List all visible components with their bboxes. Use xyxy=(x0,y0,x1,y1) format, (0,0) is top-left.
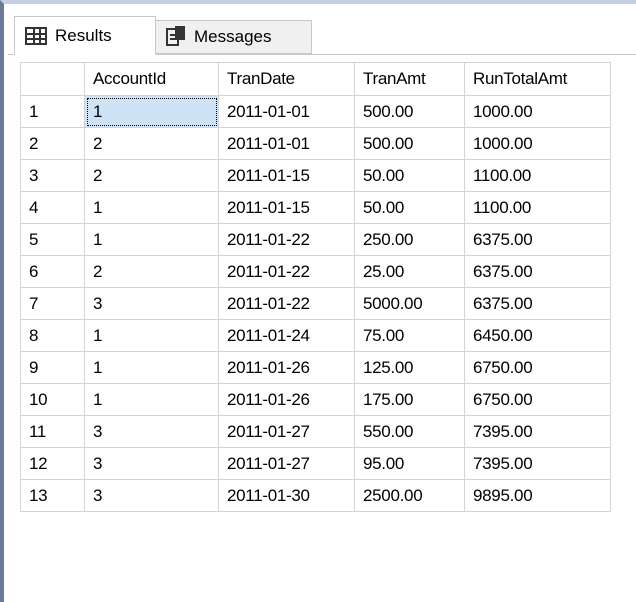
trandate-cell[interactable]: 2011-01-27 xyxy=(218,447,355,480)
accountid-cell[interactable]: 1 xyxy=(84,95,219,128)
table-row[interactable]: 3 2 2011-01-15 50.00 1100.00 xyxy=(20,159,611,192)
trandate-cell[interactable]: 2011-01-26 xyxy=(218,351,355,384)
row-number-cell[interactable]: 4 xyxy=(20,191,85,224)
runtotalamt-cell[interactable]: 6450.00 xyxy=(464,319,611,352)
runtotalamt-cell[interactable]: 6750.00 xyxy=(464,351,611,384)
trandate-cell[interactable]: 2011-01-26 xyxy=(218,383,355,416)
table-row[interactable]: 13 3 2011-01-30 2500.00 9895.00 xyxy=(20,479,611,512)
grid-header-row: AccountId TranDate TranAmt RunTotalAmt xyxy=(20,62,611,96)
table-row[interactable]: 9 1 2011-01-26 125.00 6750.00 xyxy=(20,351,611,384)
runtotalamt-cell[interactable]: 6375.00 xyxy=(464,287,611,320)
tranamt-cell[interactable]: 500.00 xyxy=(354,95,465,128)
tranamt-cell[interactable]: 75.00 xyxy=(354,319,465,352)
table-row[interactable]: 6 2 2011-01-22 25.00 6375.00 xyxy=(20,255,611,288)
trandate-cell[interactable]: 2011-01-22 xyxy=(218,287,355,320)
tranamt-cell[interactable]: 125.00 xyxy=(354,351,465,384)
results-tab-bar: Results Messages xyxy=(8,8,636,55)
runtotalamt-cell[interactable]: 9895.00 xyxy=(464,479,611,512)
row-number-cell[interactable]: 3 xyxy=(20,159,85,192)
column-header-tranamt[interactable]: TranAmt xyxy=(354,62,465,96)
table-row[interactable]: 8 1 2011-01-24 75.00 6450.00 xyxy=(20,319,611,352)
messages-icon xyxy=(166,26,186,48)
row-number-cell[interactable]: 2 xyxy=(20,127,85,160)
row-number-cell[interactable]: 6 xyxy=(20,255,85,288)
trandate-cell[interactable]: 2011-01-22 xyxy=(218,223,355,256)
grid-icon xyxy=(25,26,47,45)
runtotalamt-cell[interactable]: 6375.00 xyxy=(464,255,611,288)
results-grid[interactable]: AccountId TranDate TranAmt RunTotalAmt 1… xyxy=(20,62,636,512)
accountid-cell[interactable]: 1 xyxy=(84,319,219,352)
accountid-cell[interactable]: 2 xyxy=(84,255,219,288)
tranamt-cell[interactable]: 250.00 xyxy=(354,223,465,256)
table-row[interactable]: 4 1 2011-01-15 50.00 1100.00 xyxy=(20,191,611,224)
table-row[interactable]: 5 1 2011-01-22 250.00 6375.00 xyxy=(20,223,611,256)
trandate-cell[interactable]: 2011-01-01 xyxy=(218,127,355,160)
row-number-cell[interactable]: 10 xyxy=(20,383,85,416)
table-row[interactable]: 12 3 2011-01-27 95.00 7395.00 xyxy=(20,447,611,480)
accountid-cell[interactable]: 2 xyxy=(84,159,219,192)
trandate-cell[interactable]: 2011-01-15 xyxy=(218,191,355,224)
tranamt-cell[interactable]: 50.00 xyxy=(354,159,465,192)
table-row[interactable]: 7 3 2011-01-22 5000.00 6375.00 xyxy=(20,287,611,320)
accountid-cell[interactable]: 2 xyxy=(84,127,219,160)
runtotalamt-cell[interactable]: 1100.00 xyxy=(464,191,611,224)
accountid-cell[interactable]: 1 xyxy=(84,223,219,256)
trandate-cell[interactable]: 2011-01-01 xyxy=(218,95,355,128)
runtotalamt-cell[interactable]: 7395.00 xyxy=(464,415,611,448)
tranamt-cell[interactable]: 500.00 xyxy=(354,127,465,160)
trandate-cell[interactable]: 2011-01-24 xyxy=(218,319,355,352)
accountid-cell[interactable]: 3 xyxy=(84,287,219,320)
results-pane: Results Messages AccountId TranDate Tran… xyxy=(0,0,636,602)
runtotalamt-cell[interactable]: 6750.00 xyxy=(464,383,611,416)
row-number-cell[interactable]: 13 xyxy=(20,479,85,512)
accountid-cell[interactable]: 1 xyxy=(84,383,219,416)
tab-results-label: Results xyxy=(55,25,112,45)
column-header-accountid[interactable]: AccountId xyxy=(84,62,219,96)
trandate-cell[interactable]: 2011-01-22 xyxy=(218,255,355,288)
table-row[interactable]: 10 1 2011-01-26 175.00 6750.00 xyxy=(20,383,611,416)
table-row[interactable]: 11 3 2011-01-27 550.00 7395.00 xyxy=(20,415,611,448)
row-number-cell[interactable]: 1 xyxy=(20,95,85,128)
accountid-cell[interactable]: 3 xyxy=(84,415,219,448)
runtotalamt-cell[interactable]: 1000.00 xyxy=(464,95,611,128)
tab-messages[interactable]: Messages xyxy=(156,20,312,54)
tab-messages-label: Messages xyxy=(194,27,272,46)
runtotalamt-cell[interactable]: 1100.00 xyxy=(464,159,611,192)
column-header-runtotalamt[interactable]: RunTotalAmt xyxy=(464,62,611,96)
row-number-cell[interactable]: 8 xyxy=(20,319,85,352)
tranamt-cell[interactable]: 25.00 xyxy=(354,255,465,288)
row-number-cell[interactable]: 11 xyxy=(20,415,85,448)
table-row[interactable]: 1 1 2011-01-01 500.00 1000.00 xyxy=(20,95,611,128)
runtotalamt-cell[interactable]: 6375.00 xyxy=(464,223,611,256)
accountid-cell[interactable]: 3 xyxy=(84,479,219,512)
trandate-cell[interactable]: 2011-01-30 xyxy=(218,479,355,512)
tranamt-cell[interactable]: 2500.00 xyxy=(354,479,465,512)
tranamt-cell[interactable]: 175.00 xyxy=(354,383,465,416)
row-number-cell[interactable]: 9 xyxy=(20,351,85,384)
tab-results[interactable]: Results xyxy=(14,16,156,55)
runtotalamt-cell[interactable]: 7395.00 xyxy=(464,447,611,480)
trandate-cell[interactable]: 2011-01-15 xyxy=(218,159,355,192)
column-header-trandate[interactable]: TranDate xyxy=(218,62,355,96)
row-number-cell[interactable]: 12 xyxy=(20,447,85,480)
row-number-cell[interactable]: 7 xyxy=(20,287,85,320)
runtotalamt-cell[interactable]: 1000.00 xyxy=(464,127,611,160)
table-row[interactable]: 2 2 2011-01-01 500.00 1000.00 xyxy=(20,127,611,160)
column-header-rownum[interactable] xyxy=(20,62,85,96)
row-number-cell[interactable]: 5 xyxy=(20,223,85,256)
accountid-cell[interactable]: 1 xyxy=(84,191,219,224)
tranamt-cell[interactable]: 550.00 xyxy=(354,415,465,448)
tranamt-cell[interactable]: 50.00 xyxy=(354,191,465,224)
trandate-cell[interactable]: 2011-01-27 xyxy=(218,415,355,448)
accountid-cell[interactable]: 1 xyxy=(84,351,219,384)
tranamt-cell[interactable]: 95.00 xyxy=(354,447,465,480)
accountid-cell[interactable]: 3 xyxy=(84,447,219,480)
tranamt-cell[interactable]: 5000.00 xyxy=(354,287,465,320)
